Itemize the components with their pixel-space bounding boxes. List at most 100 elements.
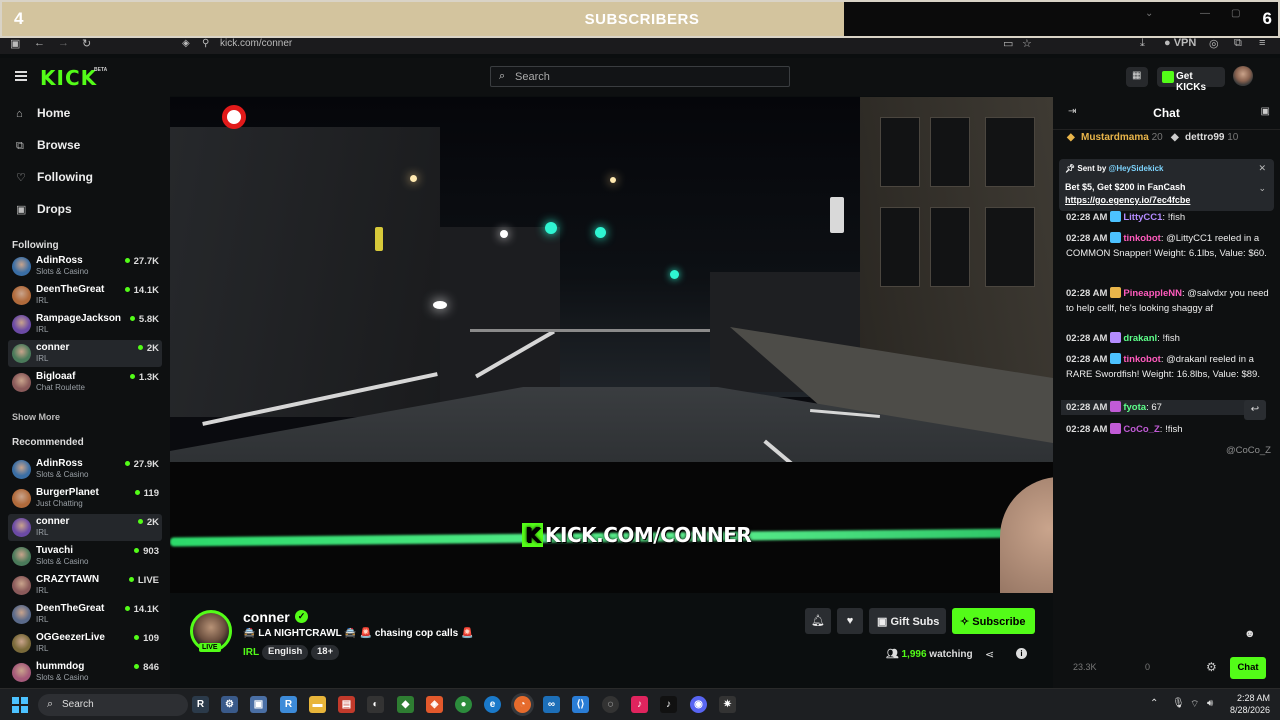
chat-message[interactable]: @CoCo_Z — [1066, 443, 1271, 458]
sidekick-handle[interactable]: @HeySidekick — [1109, 164, 1164, 173]
sidebar-channel[interactable]: AdinRoss Slots & Casino 27.7K — [8, 253, 162, 280]
back-icon[interactable]: ← — [34, 37, 45, 49]
sidebar-channel[interactable]: DeenTheGreat IRL 14.1K — [8, 282, 162, 309]
site-info-icon[interactable]: ⚲ — [202, 38, 209, 49]
send-chat-button[interactable]: Chat — [1230, 657, 1266, 679]
chat-message[interactable]: 02:28 AM PineappleNN: @salvdxr you need t… — [1066, 286, 1271, 316]
bookmark-icon[interactable]: ☆ — [1022, 37, 1032, 50]
sidebar-channel[interactable]: hummdog Slots & Casino 846 — [8, 659, 162, 686]
pinned-link[interactable]: https://go.egency.io/7ec4fcbe — [1065, 195, 1190, 205]
app-icon[interactable]: ◆ — [397, 696, 414, 713]
stream-category[interactable]: IRL — [243, 647, 259, 658]
video-player[interactable]: K KICK.COM/CONNER — [170, 97, 1053, 593]
gift-subs-button[interactable]: ▣ Gift Subs — [869, 608, 946, 634]
sidebar-item-browse[interactable]: ⧉ Browse — [16, 138, 80, 153]
notification-bell-button[interactable]: 🔔︎ — [805, 608, 831, 634]
extensions-icon[interactable]: ⧉ — [1234, 37, 1242, 50]
chevron-up-icon[interactable]: ⌃ — [1150, 698, 1158, 709]
volume-icon[interactable]: 🔊︎ — [1207, 698, 1213, 709]
app-icon[interactable]: R — [192, 696, 209, 713]
sidebar-item-home[interactable]: ⌂ Home — [16, 106, 70, 120]
folder-icon[interactable]: ▬ — [309, 696, 326, 713]
sidebar-channel[interactable]: Tuvachi Slots & Casino 903 — [8, 543, 162, 570]
app-icon[interactable]: ▤ — [338, 696, 355, 713]
discord-icon[interactable]: ◉ — [690, 696, 707, 713]
app-icon[interactable]: ⚙ — [221, 696, 238, 713]
tag-mature[interactable]: 18+ — [311, 645, 340, 660]
app-icon[interactable]: ♪ — [631, 696, 648, 713]
chevron-down-icon[interactable]: ⌄ — [1145, 8, 1153, 19]
follow-button[interactable]: ♥ — [837, 608, 863, 634]
sidebar-channel[interactable]: conner IRL 2K — [8, 514, 162, 541]
sidebar-item-following[interactable]: ♡ Following — [16, 170, 93, 184]
reply-icon[interactable]: ↩ — [1244, 400, 1266, 420]
subscribe-button[interactable]: ✧ Subscribe — [952, 608, 1035, 634]
chat-users-icon[interactable]: ▣ — [1261, 106, 1270, 117]
vscode-icon[interactable]: ⟨⟩ — [572, 696, 589, 713]
sidebar-toggle-icon[interactable]: ▣ — [10, 37, 20, 50]
chat-message[interactable]: 02:28 AM tinkobot: @drakanl reeled in a R… — [1066, 352, 1271, 382]
search-input[interactable]: ⌕ Search — [490, 66, 790, 87]
streamer-name[interactable]: conner — [243, 609, 290, 625]
app-icon[interactable]: ✷ — [719, 696, 736, 713]
top-gifter[interactable]: dettro99 10 — [1185, 132, 1238, 143]
screenshot-icon[interactable]: ▭ — [1003, 37, 1013, 50]
get-kicks-button[interactable]: Get KICKs — [1157, 67, 1225, 93]
app-icon[interactable]: ◌ — [602, 696, 619, 713]
user-avatar[interactable] — [1233, 66, 1253, 86]
sidebar-channel[interactable]: CRAZYTAWN IRL LIVE — [8, 572, 162, 599]
dashboard-button[interactable]: ▦ — [1126, 67, 1148, 87]
sidebar-channel[interactable]: BurgerPlanet Just Chatting 119 — [8, 485, 162, 512]
chat-message[interactable]: 02:28 AM LittyCC1: !fish — [1066, 210, 1271, 225]
edge-icon[interactable]: e — [484, 696, 501, 713]
share-icon[interactable]: ⋖ — [985, 648, 994, 661]
taskbar-search[interactable]: ⌕ Search — [38, 694, 188, 716]
message-username[interactable]: tinkobot — [1123, 233, 1160, 244]
kick-logo[interactable]: KICK — [40, 66, 97, 90]
menu-icon[interactable]: ≡ — [1259, 37, 1265, 49]
sidebar-channel[interactable]: Bigloaaf Chat Roulette 1.3K — [8, 369, 162, 396]
sidebar-item-drops[interactable]: ▣ Drops — [16, 202, 72, 216]
message-username[interactable]: CoCo_Z — [1123, 424, 1159, 435]
sidebar-channel[interactable]: DeenTheGreat IRL 14.1K — [8, 601, 162, 628]
firefox-icon[interactable]: ◔ — [514, 696, 531, 713]
unpin-icon[interactable]: ✕ — [1258, 163, 1266, 174]
message-username[interactable]: PineappleNN — [1123, 288, 1182, 299]
vpn-button[interactable]: ● VPN — [1164, 37, 1196, 49]
address-bar[interactable]: ◈ ⚲ kick.com/conner — [178, 36, 1058, 52]
chrome-icon[interactable]: ● — [455, 696, 472, 713]
sidebar-channel[interactable]: conner IRL 2K — [8, 340, 162, 367]
chat-message[interactable]: 02:28 AM drakanl: !fish — [1066, 331, 1271, 346]
top-gifter[interactable]: Mustardmama 20 — [1081, 132, 1163, 143]
chat-message[interactable]: 02:28 AM CoCo_Z: !fish — [1066, 422, 1271, 437]
app-icon[interactable]: ▣ — [250, 696, 267, 713]
sidebar-channel[interactable]: RampageJackson IRL 5.8K — [8, 311, 162, 338]
message-username[interactable]: fyota — [1123, 402, 1146, 413]
minimize-icon[interactable]: — — [1200, 8, 1210, 19]
hamburger-menu-icon[interactable] — [15, 71, 27, 81]
brave-icon[interactable]: ◈ — [426, 696, 443, 713]
tag-language[interactable]: English — [262, 645, 309, 660]
network-icon[interactable]: ⌔ — [1190, 698, 1199, 711]
sidebar-channel[interactable]: OGGeezerLive IRL 109 — [8, 630, 162, 657]
chat-message[interactable]: 02:28 AM fyota: 67 — [1061, 400, 1254, 415]
app-icon[interactable]: R — [280, 696, 297, 713]
tiktok-icon[interactable]: ♪ — [660, 696, 677, 713]
chat-message[interactable]: 02:28 AM tinkobot: @LittyCC1 reeled in a … — [1066, 231, 1271, 261]
sidebar-channel[interactable]: AdinRoss Slots & Casino 27.9K — [8, 456, 162, 483]
message-username[interactable]: LittyCC1 — [1123, 212, 1162, 223]
system-clock[interactable]: 2:28 AM 8/28/2026 — [1226, 692, 1270, 716]
message-username[interactable]: drakanl — [1123, 333, 1157, 344]
reload-icon[interactable]: ↻ — [82, 37, 91, 50]
emoji-icon[interactable]: ☻ — [1244, 628, 1256, 640]
app-icon[interactable]: ∞ — [543, 696, 560, 713]
chevron-down-icon[interactable]: ⌄ — [1258, 183, 1266, 194]
app-icon[interactable]: ◐ — [367, 696, 384, 713]
forward-icon[interactable]: → — [58, 37, 69, 49]
maximize-icon[interactable]: ▢ — [1231, 8, 1240, 19]
info-icon[interactable]: i — [1016, 648, 1027, 659]
show-more-link[interactable]: Show More — [12, 412, 60, 422]
gear-icon[interactable]: ⚙ — [1206, 660, 1217, 674]
download-icon[interactable]: ⤓ — [1140, 37, 1145, 50]
message-username[interactable]: tinkobot — [1123, 354, 1160, 365]
